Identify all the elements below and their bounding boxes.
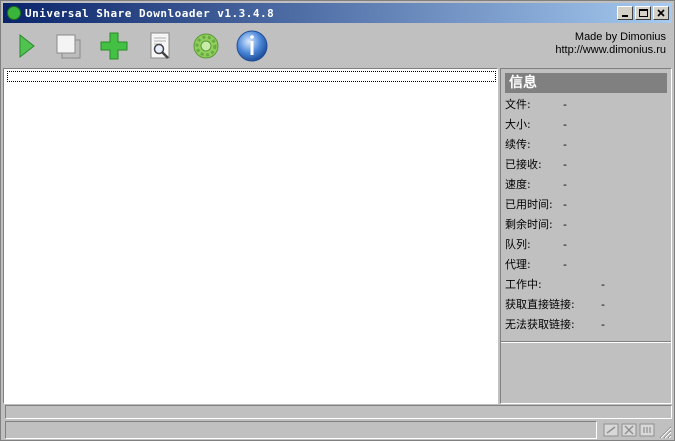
info-label: 速度: <box>505 178 531 191</box>
info-value: - <box>563 98 567 111</box>
info-divider <box>501 341 671 343</box>
window-controls <box>617 6 669 20</box>
info-label: 工作中: <box>505 278 542 291</box>
close-icon <box>657 9 665 17</box>
info-label: 获取直接链接: <box>505 298 575 311</box>
progress-bar <box>5 405 672 419</box>
info-value: - <box>601 298 605 311</box>
credit-url[interactable]: http://www.dimonius.ru <box>555 44 666 57</box>
start-button[interactable] <box>7 29 41 63</box>
close-button[interactable] <box>653 6 669 20</box>
info-globe-icon <box>236 30 268 62</box>
download-list[interactable] <box>3 68 498 404</box>
plus-icon <box>100 32 128 60</box>
info-value: - <box>563 178 567 191</box>
info-label: 已接收: <box>505 158 542 171</box>
info-label: 代理: <box>505 258 531 271</box>
about-button[interactable] <box>235 29 269 63</box>
resize-grip-icon[interactable] <box>658 425 672 439</box>
info-title: 信息 <box>505 73 667 93</box>
info-label: 剩余时间: <box>505 218 553 231</box>
info-value: - <box>563 138 567 151</box>
status-bar <box>5 421 672 439</box>
maximize-icon <box>639 9 648 17</box>
info-value: - <box>563 218 567 231</box>
app-icon[interactable] <box>7 6 21 20</box>
window-title: Universal Share Downloader v1.3.4.8 <box>25 6 275 20</box>
info-label: 已用时间: <box>505 198 553 211</box>
main-window: Universal Share Downloader v1.3.4.8 Made… <box>0 0 675 441</box>
search-button[interactable] <box>143 29 177 63</box>
copy-icon <box>56 34 81 59</box>
info-value: - <box>563 118 567 131</box>
minimize-icon <box>622 15 628 17</box>
info-label: 文件: <box>505 98 531 111</box>
info-value: - <box>601 318 605 331</box>
title-bar[interactable]: Universal Share Downloader v1.3.4.8 <box>3 3 672 23</box>
info-value: - <box>563 238 567 251</box>
search-document-icon <box>150 32 170 59</box>
add-button[interactable] <box>97 29 131 63</box>
credit-name: Made by Dimonius <box>574 31 666 43</box>
gear-icon <box>193 33 219 59</box>
info-label: 无法获取链接: <box>505 318 575 331</box>
maximize-button[interactable] <box>635 6 651 20</box>
status-text-panel <box>5 421 597 439</box>
status-x-icon <box>621 423 637 437</box>
info-label: 大小: <box>505 118 531 131</box>
settings-button[interactable] <box>189 29 223 63</box>
info-panel: 信息 文件: - 大小: - 续传: - 已接收: - 速度: - 已用时间: - 剩余时间: - 队列: -… <box>500 68 672 404</box>
info-label: 续传: <box>505 138 531 151</box>
info-value: - <box>563 158 567 171</box>
status-link-icon <box>603 423 619 437</box>
list-header-row[interactable] <box>7 71 496 82</box>
info-label: 队列: <box>505 238 531 251</box>
copy-button[interactable] <box>51 29 85 63</box>
info-value: - <box>563 258 567 271</box>
info-value: - <box>563 198 567 211</box>
author-credit: Made by Dimonius http://www.dimonius.ru <box>555 31 666 57</box>
info-value: - <box>601 278 605 291</box>
status-chain-icon <box>639 423 655 437</box>
play-icon <box>19 33 35 59</box>
minimize-button[interactable] <box>617 6 633 20</box>
